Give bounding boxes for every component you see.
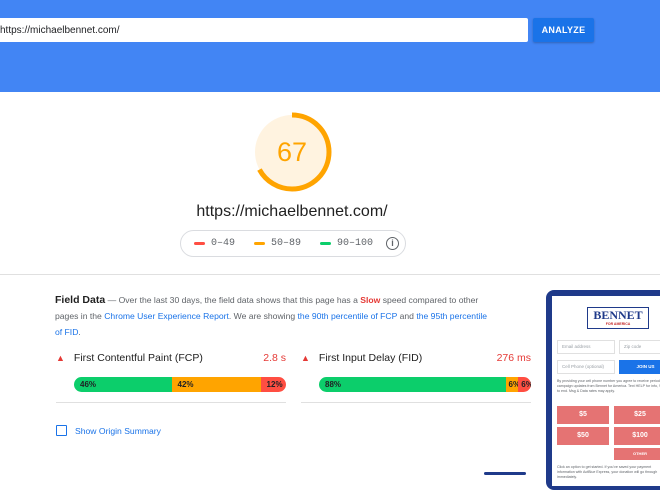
page-screenshot-preview: BENNET FOR AMERICA Email address Zip cod… [546,290,660,490]
info-icon[interactable]: i [386,237,399,250]
section-divider [0,274,660,275]
distribution-segment: 46% [74,377,172,392]
field-data-description: Field Data — Over the last 30 days, the … [55,292,495,340]
metric-fcp: ▲ First Contentful Paint (FCP) 2.8 s 46%… [56,348,286,392]
legend-label-pass: 90–100 [337,238,374,249]
preview-join-button: JOIN US [619,360,660,374]
field-data-dash: — [107,295,117,305]
metric-separator [301,402,531,403]
metric-separator [56,402,286,403]
field-data-title: Field Data [55,294,106,306]
preview-fine-print: By providing your cell phone number you … [557,379,660,393]
metric-fid: ▲ First Input Delay (FID) 276 ms 88%6%6% [301,348,531,392]
preview-donate-25: $25 [614,406,660,424]
top-bar [0,0,660,92]
legend-marker-average [254,242,265,245]
origin-summary-label: Show Origin Summary [75,425,161,436]
distribution-bar: 46% 42% 12% [74,377,286,392]
warning-triangle-icon: ▲ [56,353,65,363]
metric-value: 276 ms [496,352,531,364]
speed-rating: Slow [360,295,381,305]
show-origin-summary[interactable]: Show Origin Summary [56,425,161,436]
distribution-segment: 6% [505,377,520,392]
preview-donate-5: $5 [557,406,609,424]
preview-form-row-1: Email address Zip code [557,340,660,354]
metric-name: First Contentful Paint (FCP) [73,352,203,364]
bennet-logo: BENNET FOR AMERICA [587,307,649,329]
checkbox-icon[interactable] [56,425,67,436]
distribution-segment: 88% [319,377,506,392]
preview-zip-field: Zip code [619,340,660,354]
legend-label-fail: 0–49 [211,238,236,249]
metric-value: 2.8 s [263,352,286,364]
performance-score: 67 [276,137,308,167]
url-input[interactable] [0,18,528,42]
field-data-text-3: . We are showing [228,311,296,321]
field-data-text-1: Over the last 30 days, the field data sh… [118,295,358,305]
distribution-bar: 88%6%6% [319,377,531,392]
analyze-button[interactable]: ANALYZE [533,18,594,42]
distribution-segment: 6% [518,377,531,392]
preview-form-row-2: Cell Phone (optional) JOIN US [557,360,660,374]
distribution-segment: 12% [260,377,286,392]
preview-donate-100: $100 [614,427,660,445]
legend-marker-pass [320,242,331,245]
preview-screen: BENNET FOR AMERICA Email address Zip cod… [552,296,660,486]
metric-name: First Input Delay (FID) [318,352,423,364]
preview-donate-50: $50 [557,427,609,445]
field-data-text-5: . [78,327,81,337]
analyzed-url: https://michaelbennet.com/ [196,203,388,220]
distribution-segment: 42% [171,377,261,392]
score-legend: 0–49 50–89 90–100 i [180,230,406,257]
legend-marker-fail [194,242,205,245]
legend-item-average: 50–89 [254,238,301,249]
crux-report-link[interactable]: Chrome User Experience Report [104,311,229,321]
legend-item-fail: 0–49 [194,238,235,249]
field-data-text-4: and [399,311,414,321]
preview-footer-print: Click an option to get started. If you'v… [557,465,658,479]
logo-text: BENNET [593,308,643,322]
preview-phone-field: Cell Phone (optional) [557,360,615,374]
preview-donate-other: OTHER [614,448,660,460]
warning-triangle-icon: ▲ [301,353,310,363]
preview-email-field: Email address [557,340,615,354]
legend-item-pass: 90–100 [320,238,373,249]
legend-label-average: 50–89 [271,238,302,249]
fcp-percentile-link[interactable]: the 90th percentile of FCP [298,311,398,321]
logo-subtitle: FOR AMERICA [605,322,631,326]
